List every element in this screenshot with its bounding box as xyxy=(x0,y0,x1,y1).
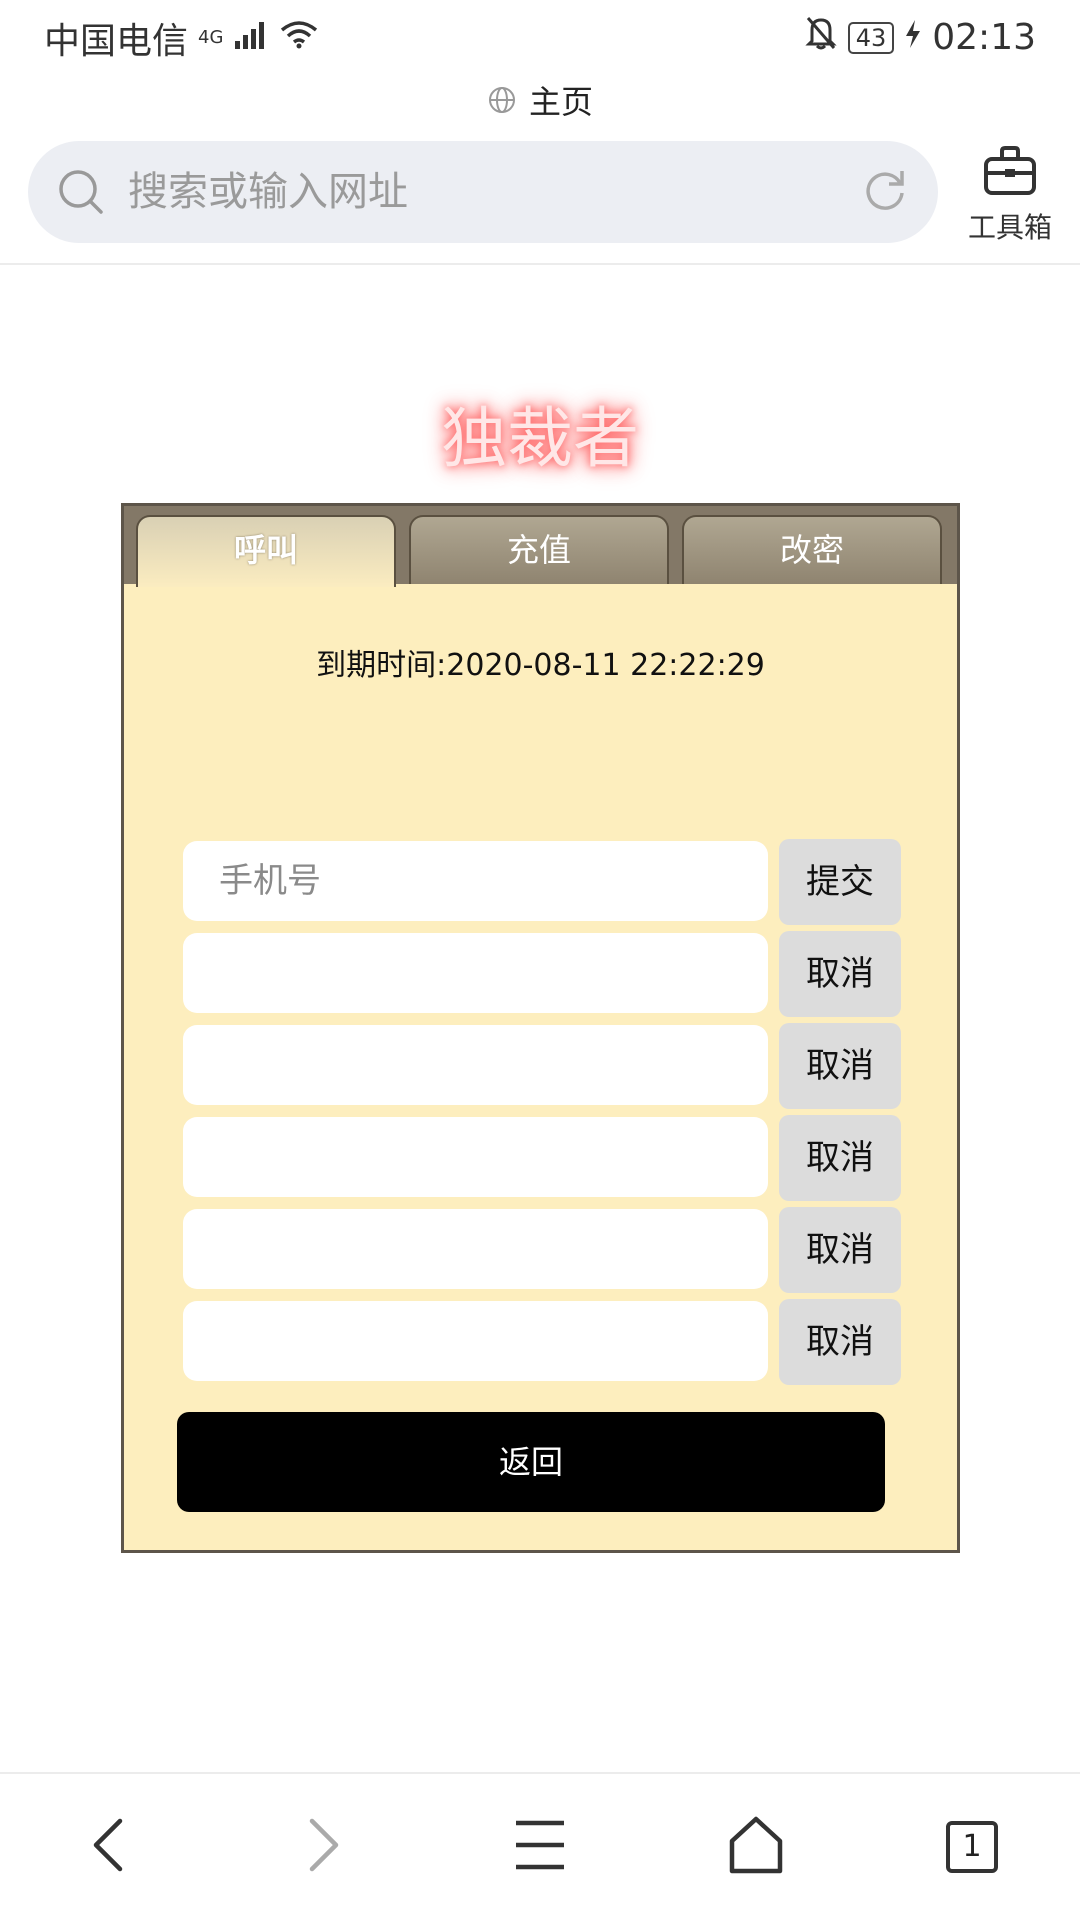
signal-icon xyxy=(233,17,269,58)
page-title-row: 主页 xyxy=(0,75,1080,125)
nav-back-button[interactable] xyxy=(48,1774,168,1920)
call-row: 取消 xyxy=(183,1023,903,1109)
call-row: 取消 xyxy=(183,1207,903,1293)
call-slot-input[interactable] xyxy=(183,1301,768,1381)
tab-change-password[interactable]: 改密 xyxy=(682,515,942,584)
call-slot-input[interactable] xyxy=(183,1117,768,1197)
status-left: 中国电信 4G xyxy=(44,12,319,64)
bottom-nav: 1 xyxy=(0,1772,1080,1920)
status-right: 43 02:13 xyxy=(804,15,1036,60)
nav-home-button[interactable] xyxy=(696,1774,816,1920)
search-input[interactable] xyxy=(126,168,860,216)
refresh-icon[interactable] xyxy=(860,165,910,219)
status-bar: 中国电信 4G 43 02:13 xyxy=(0,0,1080,75)
battery-indicator: 43 xyxy=(847,21,895,54)
address-bar: 工具箱 xyxy=(0,135,1080,265)
phone-input[interactable] xyxy=(183,841,768,921)
call-slot-input[interactable] xyxy=(183,1209,768,1289)
toolbox-label: 工具箱 xyxy=(967,211,1052,244)
menu-icon xyxy=(512,1817,568,1877)
nav-menu-button[interactable] xyxy=(480,1774,600,1920)
cancel-button[interactable]: 取消 xyxy=(779,1207,901,1293)
call-slot-input[interactable] xyxy=(183,933,768,1013)
call-row: 取消 xyxy=(183,1115,903,1201)
chevron-right-icon xyxy=(304,1815,344,1879)
search-box[interactable] xyxy=(28,141,938,243)
cancel-button[interactable]: 取消 xyxy=(779,1023,901,1109)
page-title: 主页 xyxy=(528,83,593,121)
nav-tabs-button[interactable]: 1 xyxy=(912,1774,1032,1920)
submit-button[interactable]: 提交 xyxy=(779,839,901,925)
tab-bar: 呼叫 充值 改密 xyxy=(124,506,957,587)
home-icon xyxy=(726,1815,786,1879)
chevron-left-icon xyxy=(88,1815,128,1879)
back-button[interactable]: 返回 xyxy=(177,1412,885,1512)
call-row: 取消 xyxy=(183,1299,903,1385)
phone-row: 提交 xyxy=(183,839,903,925)
carrier-label: 中国电信 xyxy=(44,20,189,62)
cancel-button[interactable]: 取消 xyxy=(779,931,901,1017)
toolbox-icon xyxy=(980,143,1040,206)
cancel-button[interactable]: 取消 xyxy=(779,1299,901,1385)
tab-call[interactable]: 呼叫 xyxy=(136,515,396,587)
cancel-button[interactable]: 取消 xyxy=(779,1115,901,1201)
expire-time: 到期时间:2020-08-11 22:22:29 xyxy=(316,648,765,683)
toolbox-button[interactable]: 工具箱 xyxy=(955,143,1065,244)
nav-forward-button[interactable] xyxy=(264,1774,384,1920)
call-row: 取消 xyxy=(183,931,903,1017)
globe-icon xyxy=(487,85,517,115)
main-panel: 呼叫 充值 改密 到期时间:2020-08-11 22:22:29 提交 取消 … xyxy=(121,503,960,1553)
wifi-icon xyxy=(279,17,319,58)
tabs-count-icon: 1 xyxy=(946,1821,998,1873)
mute-bell-icon xyxy=(804,15,838,60)
network-label: 4G xyxy=(198,27,224,48)
charging-icon xyxy=(904,17,922,58)
search-icon xyxy=(56,167,106,217)
call-slot-input[interactable] xyxy=(183,1025,768,1105)
tab-recharge[interactable]: 充值 xyxy=(409,515,669,584)
site-heading: 独裁者 xyxy=(441,400,639,477)
clock-time: 02:13 xyxy=(932,17,1036,58)
